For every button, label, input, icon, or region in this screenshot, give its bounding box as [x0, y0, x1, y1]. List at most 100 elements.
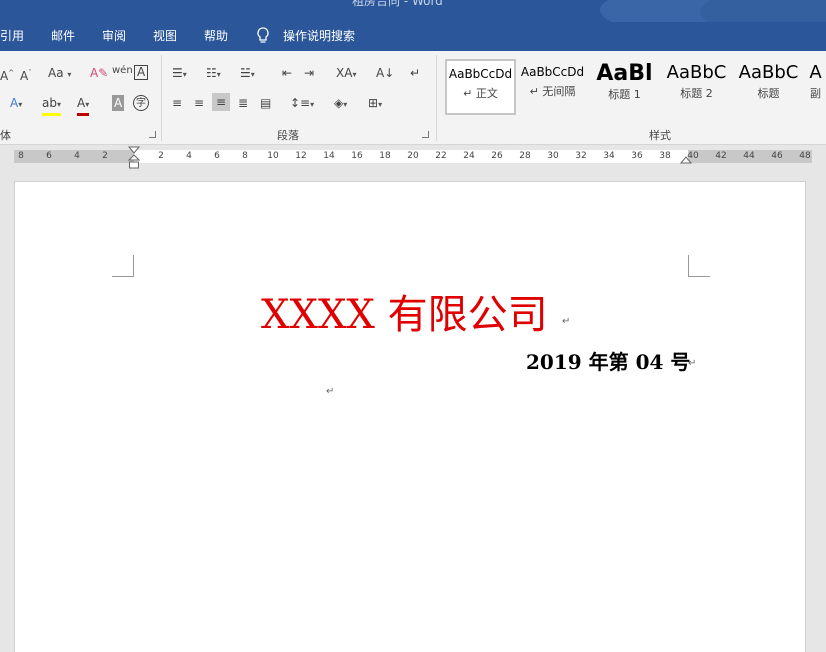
- title-bar: 租房合同 - Word: [0, 0, 826, 22]
- style-normal[interactable]: AaBbCcDd ↵ 正文: [445, 59, 516, 115]
- title-bar-decoration: [700, 0, 826, 22]
- style-name: ↵ 无间隔: [529, 85, 576, 98]
- style-name: 标题 2: [680, 87, 713, 100]
- style-sample: A: [809, 62, 822, 83]
- ruler-tick: 18: [379, 151, 391, 161]
- paragraph-dialog-launcher-icon[interactable]: [422, 131, 429, 138]
- ruler-tick: 4: [74, 151, 80, 161]
- style-subtitle[interactable]: A 副: [805, 59, 826, 115]
- ruler-tick: 8: [18, 151, 24, 161]
- borders-icon[interactable]: ⊞▾: [368, 95, 382, 113]
- align-right-icon[interactable]: ≡: [212, 93, 231, 111]
- character-border-icon[interactable]: A: [134, 65, 149, 80]
- style-sample: AaBbC: [666, 62, 727, 83]
- paragraph-mark: ↵: [688, 358, 697, 369]
- ruler-tick: 6: [214, 151, 220, 161]
- ribbon-tabs: 引用 邮件 审阅 视图 帮助 操作说明搜索: [0, 22, 826, 51]
- bullets-icon[interactable]: ☰▾: [172, 65, 187, 83]
- ribbon: A^ Aˇ Aa ▾ A✎ wén A A▾ ab▾ A▾ A 字 体 ☰▾ ☷…: [0, 51, 826, 145]
- phonetic-guide-icon[interactable]: wén: [112, 63, 133, 79]
- ruler-tick: 38: [659, 151, 671, 161]
- distributed-icon[interactable]: ▤: [260, 95, 271, 111]
- tab-help[interactable]: 帮助: [204, 27, 228, 44]
- ruler-tick: 20: [407, 151, 419, 161]
- lightbulb-icon[interactable]: [256, 27, 270, 49]
- character-shading-icon[interactable]: A: [112, 95, 125, 111]
- tab-view[interactable]: 视图: [153, 27, 177, 44]
- style-heading-2[interactable]: AaBbC 标题 2: [661, 59, 732, 115]
- align-left-icon[interactable]: ≡: [172, 95, 182, 111]
- ruler-tick: 6: [46, 151, 52, 161]
- margin-corner-mark: [688, 255, 710, 277]
- justify-icon[interactable]: ≣: [238, 95, 248, 111]
- indent-marker-icon[interactable]: [128, 146, 140, 170]
- ruler-tick: 44: [743, 151, 755, 161]
- ruler-tick: 32: [575, 151, 587, 161]
- numbering-icon[interactable]: ☷▾: [206, 65, 221, 83]
- document-number[interactable]: 2019 年第 04 号: [526, 346, 690, 375]
- highlight-icon[interactable]: ab▾: [42, 95, 61, 116]
- window-title: 租房合同 - Word: [352, 0, 443, 8]
- ruler-tick: 46: [771, 151, 783, 161]
- tab-references[interactable]: 引用: [0, 27, 24, 44]
- text-effects-icon[interactable]: A▾: [10, 95, 22, 113]
- clear-formatting-icon[interactable]: A✎: [90, 65, 108, 81]
- ruler-tick: 2: [158, 151, 164, 161]
- tell-me-search[interactable]: 操作说明搜索: [283, 27, 355, 44]
- style-name: 标题 1: [608, 88, 641, 101]
- right-indent-marker-icon[interactable]: [680, 154, 692, 164]
- style-name: 副: [810, 87, 821, 100]
- show-hide-marks-icon[interactable]: ↵: [410, 65, 420, 81]
- style-title[interactable]: AaBbC 标题: [733, 59, 804, 115]
- grow-font-icon[interactable]: A^: [0, 65, 14, 84]
- style-sample: AaBl: [596, 61, 653, 86]
- style-name: 标题: [757, 87, 780, 100]
- increase-indent-icon[interactable]: ⇥: [304, 65, 314, 81]
- font-group-label: 体: [0, 129, 11, 142]
- style-sample: AaBbC: [738, 62, 799, 83]
- styles-group-label: 样式: [649, 129, 671, 142]
- paragraph-group-label: 段落: [277, 129, 299, 142]
- document-page[interactable]: XXXX 有限公司 ↵ 2019 年第 04 号 ↵ ↵: [14, 181, 806, 652]
- group-divider: [436, 55, 437, 141]
- ruler-tick: 10: [267, 151, 279, 161]
- ruler-tick: 48: [799, 151, 811, 161]
- multilevel-list-icon[interactable]: ☱▾: [240, 65, 255, 83]
- ruler-tick: 22: [435, 151, 447, 161]
- ruler-tick: 8: [242, 151, 248, 161]
- style-heading-1[interactable]: AaBl 标题 1: [589, 59, 660, 115]
- paragraph-mark: ↵: [326, 386, 335, 397]
- font-dialog-launcher-icon[interactable]: [149, 131, 156, 138]
- ruler-tick: 30: [547, 151, 559, 161]
- margin-corner-mark: [112, 255, 134, 277]
- ruler-tick: 4: [186, 151, 192, 161]
- style-sample: AaBbCcDd: [448, 67, 513, 81]
- ruler-tick: 24: [463, 151, 475, 161]
- group-divider: [161, 55, 162, 141]
- chinese-layout-icon[interactable]: ⅩA▾: [336, 65, 356, 83]
- ruler-tick: 28: [519, 151, 531, 161]
- style-no-spacing[interactable]: AaBbCcDd ↵ 无间隔: [517, 59, 588, 115]
- sort-icon[interactable]: A↓: [376, 65, 394, 81]
- enclose-characters-icon[interactable]: 字: [133, 95, 149, 111]
- ruler-tick: 42: [715, 151, 727, 161]
- shading-icon[interactable]: ◈▾: [334, 95, 347, 113]
- tab-mailings[interactable]: 邮件: [51, 27, 75, 44]
- tab-review[interactable]: 审阅: [102, 27, 126, 44]
- change-case-icon[interactable]: Aa ▾: [48, 65, 71, 83]
- align-center-icon[interactable]: ≡: [194, 95, 204, 111]
- document-title[interactable]: XXXX 有限公司: [261, 282, 548, 340]
- ruler-tick: 34: [603, 151, 615, 161]
- shrink-font-icon[interactable]: Aˇ: [20, 65, 32, 84]
- styles-gallery: AaBbCcDd ↵ 正文 AaBbCcDd ↵ 无间隔 AaBl 标题 1 A…: [443, 57, 826, 119]
- decrease-indent-icon[interactable]: ⇤: [282, 65, 292, 81]
- ruler-tick: 36: [631, 151, 643, 161]
- style-name: ↵ 正文: [463, 87, 498, 100]
- style-sample: AaBbCcDd: [520, 65, 585, 79]
- ruler-tick: 16: [351, 151, 363, 161]
- font-color-icon[interactable]: A▾: [77, 95, 90, 116]
- ruler-tick: 26: [491, 151, 503, 161]
- ruler-tick: 14: [323, 151, 335, 161]
- paragraph-mark: ↵: [562, 316, 571, 327]
- line-spacing-icon[interactable]: ↕≡▾: [290, 95, 314, 113]
